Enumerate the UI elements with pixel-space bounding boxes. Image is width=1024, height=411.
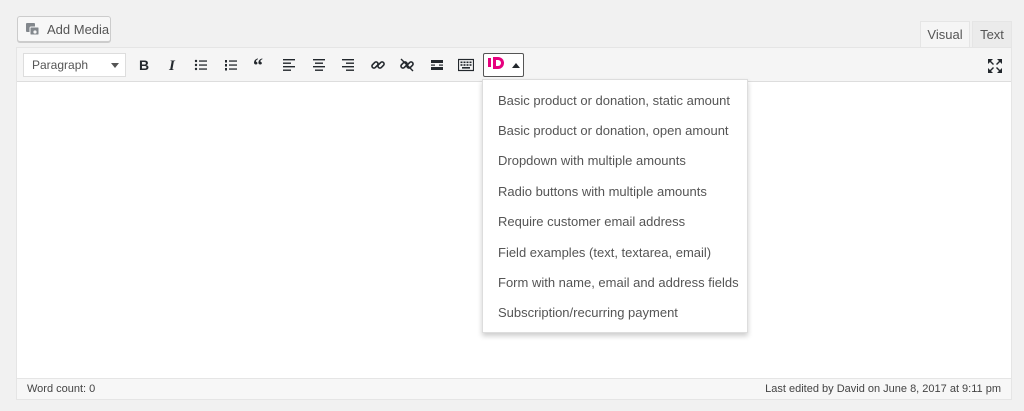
format-select[interactable]: Paragraph bbox=[23, 53, 126, 77]
italic-icon[interactable]: I bbox=[162, 55, 182, 75]
menu-item-address-form[interactable]: Form with name, email and address fields bbox=[483, 267, 747, 297]
align-center-icon[interactable] bbox=[309, 55, 329, 75]
menu-item-open-amount[interactable]: Basic product or donation, open amount bbox=[483, 115, 747, 145]
chevron-up-icon bbox=[512, 62, 520, 68]
insert-link-icon[interactable] bbox=[368, 55, 388, 75]
svg-text:“: “ bbox=[253, 58, 263, 72]
blockquote-icon[interactable]: “ bbox=[250, 55, 270, 75]
bulleted-list-icon[interactable] bbox=[191, 55, 211, 75]
last-edited: Last edited by David on June 8, 2017 at … bbox=[765, 383, 1001, 395]
align-left-icon[interactable] bbox=[279, 55, 299, 75]
toolbar-toggle-icon[interactable] bbox=[456, 55, 476, 75]
fullscreen-icon[interactable] bbox=[985, 56, 1005, 76]
tab-visual[interactable]: Visual bbox=[920, 21, 970, 47]
svg-text:B: B bbox=[139, 58, 149, 72]
bold-icon[interactable]: B bbox=[133, 55, 153, 75]
svg-text:I: I bbox=[168, 58, 176, 72]
tab-text[interactable]: Text bbox=[972, 21, 1012, 47]
media-icon bbox=[25, 21, 41, 37]
menu-item-require-email[interactable]: Require customer email address bbox=[483, 207, 747, 237]
chevron-down-icon bbox=[111, 63, 119, 68]
add-media-button[interactable]: Add Media bbox=[17, 16, 111, 42]
donation-form-menu: Basic product or donation, static amount… bbox=[482, 79, 748, 333]
word-count: Word count: 0 bbox=[27, 383, 96, 395]
numbered-list-icon[interactable] bbox=[221, 55, 241, 75]
donation-form-icon bbox=[487, 55, 507, 76]
donation-form-dropdown-button[interactable] bbox=[483, 53, 524, 77]
menu-item-static-amount[interactable]: Basic product or donation, static amount bbox=[483, 85, 747, 115]
add-media-label: Add Media bbox=[47, 21, 110, 37]
editor-toolbar: Paragraph B I “ bbox=[17, 48, 1011, 82]
read-more-icon[interactable] bbox=[427, 55, 447, 75]
menu-item-subscription[interactable]: Subscription/recurring payment bbox=[483, 298, 747, 328]
align-right-icon[interactable] bbox=[338, 55, 358, 75]
menu-item-dropdown-amounts[interactable]: Dropdown with multiple amounts bbox=[483, 146, 747, 176]
menu-item-radio-amounts[interactable]: Radio buttons with multiple amounts bbox=[483, 176, 747, 206]
format-select-value: Paragraph bbox=[32, 58, 89, 72]
editor-statusbar: Word count: 0 Last edited by David on Ju… bbox=[17, 378, 1011, 399]
menu-item-field-examples[interactable]: Field examples (text, textarea, email) bbox=[483, 237, 747, 267]
remove-link-icon[interactable] bbox=[397, 55, 417, 75]
